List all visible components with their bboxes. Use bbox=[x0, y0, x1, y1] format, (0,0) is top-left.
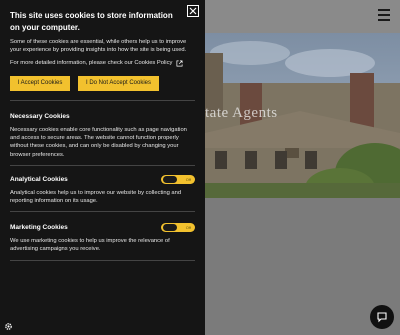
analytical-cookies-section: Analytical Cookies Off Analytical cookie… bbox=[10, 174, 195, 205]
necessary-cookies-text: Necessary cookies enable core functional… bbox=[10, 127, 187, 158]
marketing-cookies-title: Marketing Cookies bbox=[10, 223, 68, 231]
necessary-cookies-title: Necessary Cookies bbox=[10, 112, 70, 120]
analytical-cookies-toggle[interactable]: Off bbox=[161, 174, 195, 184]
analytical-cookies-title: Analytical Cookies bbox=[10, 175, 68, 183]
menu-icon[interactable] bbox=[378, 9, 390, 21]
analytical-cookies-text: Analytical cookies help us to improve ou… bbox=[10, 190, 182, 205]
cookie-title: This site uses cookies to store informat… bbox=[10, 11, 173, 32]
settings-gear-icon[interactable] bbox=[4, 322, 13, 331]
external-link-icon[interactable] bbox=[176, 60, 183, 67]
marketing-cookies-toggle[interactable]: Off bbox=[161, 222, 195, 232]
chat-button[interactable] bbox=[370, 305, 394, 329]
marketing-cookies-text: We use marketing cookies to help us impr… bbox=[10, 238, 170, 253]
cookie-policy-text: For more detailed information, please ch… bbox=[10, 60, 173, 67]
cookie-consent-panel: This site uses cookies to store informat… bbox=[0, 0, 205, 335]
marketing-cookies-section: Marketing Cookies Off We use marketing c… bbox=[10, 222, 195, 253]
divider bbox=[10, 100, 195, 101]
accept-cookies-button[interactable]: I Accept Cookies bbox=[10, 75, 70, 91]
close-button[interactable] bbox=[187, 5, 199, 17]
reject-cookies-button[interactable]: I Do Not Accept Cookies bbox=[78, 75, 159, 91]
close-icon bbox=[189, 7, 197, 15]
necessary-cookies-section: Necessary Cookies Necessary cookies enab… bbox=[10, 111, 195, 159]
cookie-intro: Some of these cookies are essential, whi… bbox=[10, 39, 187, 54]
divider bbox=[10, 260, 195, 261]
chat-icon bbox=[377, 312, 387, 323]
divider bbox=[10, 211, 195, 212]
divider bbox=[10, 165, 195, 166]
marketing-toggle-label: Off bbox=[185, 224, 191, 230]
hero-title: tate Agents bbox=[205, 105, 278, 121]
analytical-toggle-label: Off bbox=[185, 176, 191, 182]
